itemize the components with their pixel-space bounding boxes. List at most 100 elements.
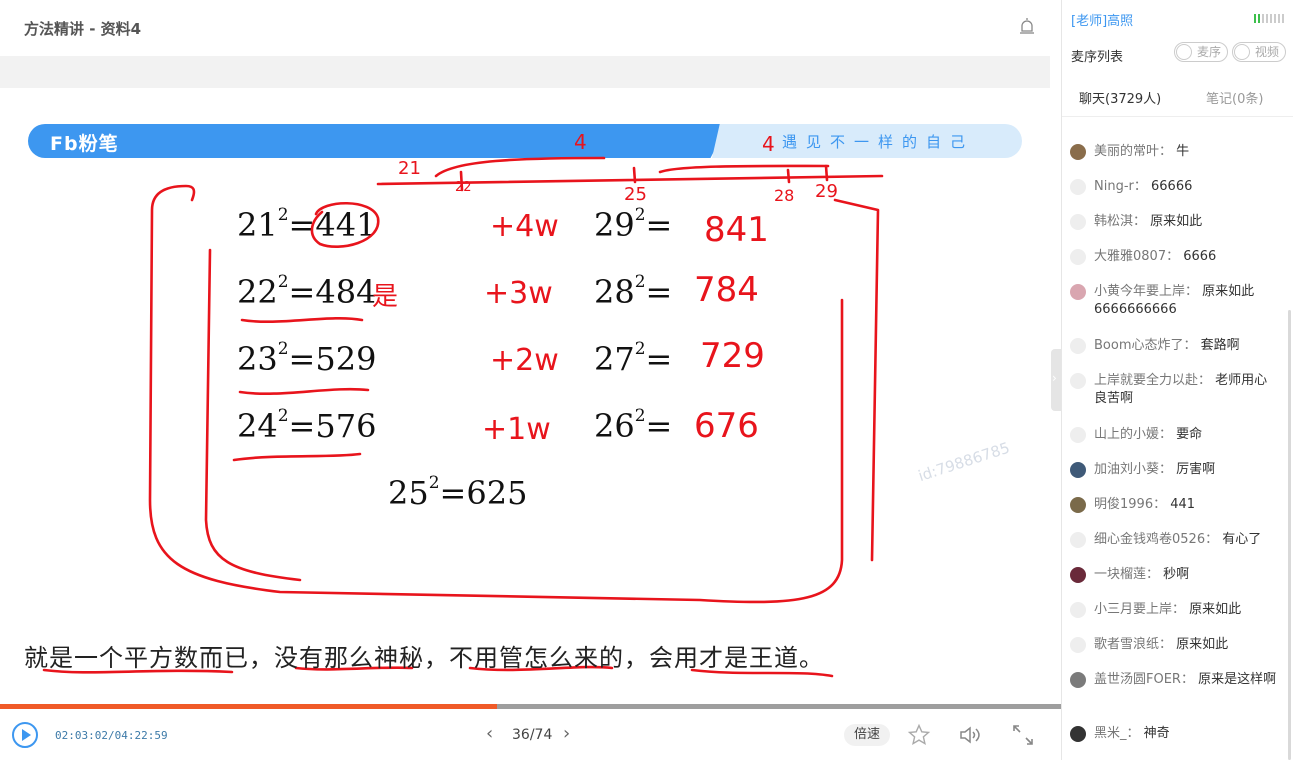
- course-title: 方法精讲 - 资料4: [24, 20, 142, 38]
- chat-message: 小黄今年要上岸： 原来如此6666666666: [1070, 283, 1280, 319]
- chat-nickname: 小三月要上岸: [1094, 602, 1173, 617]
- player-header: 方法精讲 - 资料4: [0, 0, 1050, 56]
- lecture-slide: [0, 88, 1050, 678]
- avatar: [1070, 179, 1086, 195]
- avatar: [1070, 637, 1086, 653]
- chat-nickname: 明俊1996: [1094, 497, 1154, 512]
- handwritten-answer: 784: [694, 270, 759, 310]
- chat-message: 明俊1996： 441: [1070, 496, 1280, 514]
- equation-row: 282=: [594, 272, 673, 311]
- number-line-label: 22: [455, 180, 472, 195]
- number-line-label: 28: [774, 186, 795, 205]
- chat-message: Ning-r： 66666: [1070, 178, 1280, 196]
- player-controls: 02:03:02/04:22:59 ‹ 36/74 › 倍速: [0, 709, 1061, 760]
- lecture-subtitle: 就是一个平方数而已，没有那么神秘，不用管怎么来的，会用才是王道。: [24, 644, 824, 672]
- avatar: [1070, 144, 1086, 160]
- chat-message: 细心金钱鸡卷0526： 有心了: [1070, 531, 1280, 549]
- brace-label: 4: [762, 132, 775, 156]
- volume-icon[interactable]: [958, 723, 982, 747]
- avatar: [1070, 373, 1086, 389]
- equation-row: 262=: [594, 406, 673, 445]
- avatar: [1070, 497, 1086, 513]
- chat-nickname: 加油刘小葵: [1094, 462, 1160, 477]
- prev-page-button[interactable]: ‹: [486, 723, 493, 744]
- speed-button[interactable]: 倍速: [844, 724, 890, 746]
- side-panel: [老师]高照 麦序列表 麦序 视频 聊天(3729人) 笔记(0条) 美丽的常叶…: [1061, 0, 1293, 760]
- chat-text: 原来如此: [1189, 602, 1242, 617]
- tab-notes[interactable]: 笔记(0条): [1206, 88, 1263, 107]
- avatar: [1070, 284, 1086, 300]
- chat-nickname: 大雅雅0807: [1094, 249, 1167, 264]
- slide-slogan: 遇见不一样的自己: [782, 133, 975, 151]
- tab-chat[interactable]: 聊天(3729人): [1079, 88, 1161, 107]
- avatar: [1070, 672, 1086, 688]
- chat-nickname: 上岸就要全力以赴: [1094, 373, 1199, 388]
- chat-message: 山上的小媛： 要命: [1070, 426, 1280, 444]
- equation-row: 232=529: [237, 339, 377, 378]
- chat-nickname: 歌者雪浪纸: [1094, 637, 1160, 652]
- bell-icon[interactable]: [1016, 16, 1038, 38]
- chat-nickname: 盖世汤圆FOER: [1094, 672, 1181, 687]
- avatar: [1070, 567, 1086, 583]
- chat-text: 441: [1170, 497, 1196, 512]
- handwritten-answer: 841: [704, 210, 769, 250]
- avatar: [1070, 532, 1086, 548]
- fullscreen-icon[interactable]: [1011, 723, 1035, 747]
- chat-message: 韩松淇： 原来如此: [1070, 213, 1280, 231]
- chat-message: 大雅雅0807： 6666: [1070, 248, 1280, 266]
- chat-text: 6666: [1183, 249, 1217, 264]
- star-icon[interactable]: [907, 723, 931, 747]
- collapse-panel-button[interactable]: ›: [1051, 349, 1061, 411]
- equation-row: 222=484: [237, 272, 377, 311]
- mic-queue-label: 麦序列表: [1071, 50, 1124, 65]
- chat-message: 美丽的常叶： 牛: [1070, 143, 1280, 161]
- chat-text: 秒啊: [1163, 567, 1190, 582]
- fenbi-logo: Fb粉笔: [50, 133, 119, 155]
- handwritten-increment: +1w: [482, 412, 551, 447]
- chat-text: 原来是这样啊: [1198, 672, 1277, 687]
- chat-scrollbar[interactable]: [1288, 310, 1291, 760]
- chat-nickname: Ning-r: [1094, 179, 1134, 194]
- avatar: [1070, 427, 1086, 443]
- chat-text: 牛: [1176, 144, 1190, 159]
- chat-list[interactable]: 美丽的常叶： 牛 Ning-r： 66666 韩松淇： 原来如此 大雅雅0807： 6…: [1062, 118, 1293, 760]
- equation-row: 252=625: [388, 473, 528, 512]
- avatar: [1070, 338, 1086, 354]
- chat-nickname: 美丽的常叶: [1094, 144, 1160, 159]
- chat-text: 神奇: [1143, 726, 1170, 741]
- video-toggle[interactable]: 视频: [1232, 42, 1286, 62]
- chat-message: Boom心态炸了： 套路啊: [1070, 337, 1280, 355]
- number-line-label: 29: [815, 181, 838, 202]
- play-button[interactable]: [12, 722, 38, 748]
- teacher-name: [老师]高照: [1071, 14, 1134, 29]
- chat-message: 盖世汤圆FOER： 原来是这样啊: [1070, 671, 1280, 689]
- chat-text: 套路啊: [1200, 338, 1240, 353]
- playback-time: 02:03:02/04:22:59: [55, 729, 168, 742]
- chat-text: 66666: [1151, 179, 1193, 194]
- number-line-label: 21: [398, 158, 421, 179]
- handwritten-increment: +4w: [490, 209, 559, 244]
- chat-nickname: 山上的小媛: [1094, 427, 1160, 442]
- chat-message: 黑米_： 神奇: [1070, 725, 1280, 743]
- avatar: [1070, 214, 1086, 230]
- handwritten-answer: 676: [694, 406, 759, 446]
- equation-row: 212=441: [237, 205, 377, 244]
- chat-nickname: 细心金钱鸡卷0526: [1094, 532, 1206, 547]
- chat-text: 要命: [1176, 427, 1203, 442]
- chat-message: 小三月要上岸： 原来如此: [1070, 601, 1280, 619]
- next-page-button[interactable]: ›: [563, 723, 570, 744]
- avatar: [1070, 249, 1086, 265]
- chat-text: 原来如此: [1176, 637, 1229, 652]
- chat-text: 原来如此: [1150, 214, 1203, 229]
- avatar: [1070, 726, 1086, 742]
- brace-label: 4: [574, 130, 587, 154]
- handwritten-note: 是: [372, 282, 399, 312]
- chat-nickname: Boom心态炸了: [1094, 338, 1184, 353]
- handwritten-increment: +2w: [490, 343, 559, 378]
- equation-row: 242=576: [237, 406, 377, 445]
- equation-row: 272=: [594, 339, 673, 378]
- avatar: [1070, 462, 1086, 478]
- chat-nickname: 韩松淇: [1094, 214, 1134, 229]
- mic-queue-toggle[interactable]: 麦序: [1174, 42, 1228, 62]
- page-indicator: 36/74: [512, 727, 553, 743]
